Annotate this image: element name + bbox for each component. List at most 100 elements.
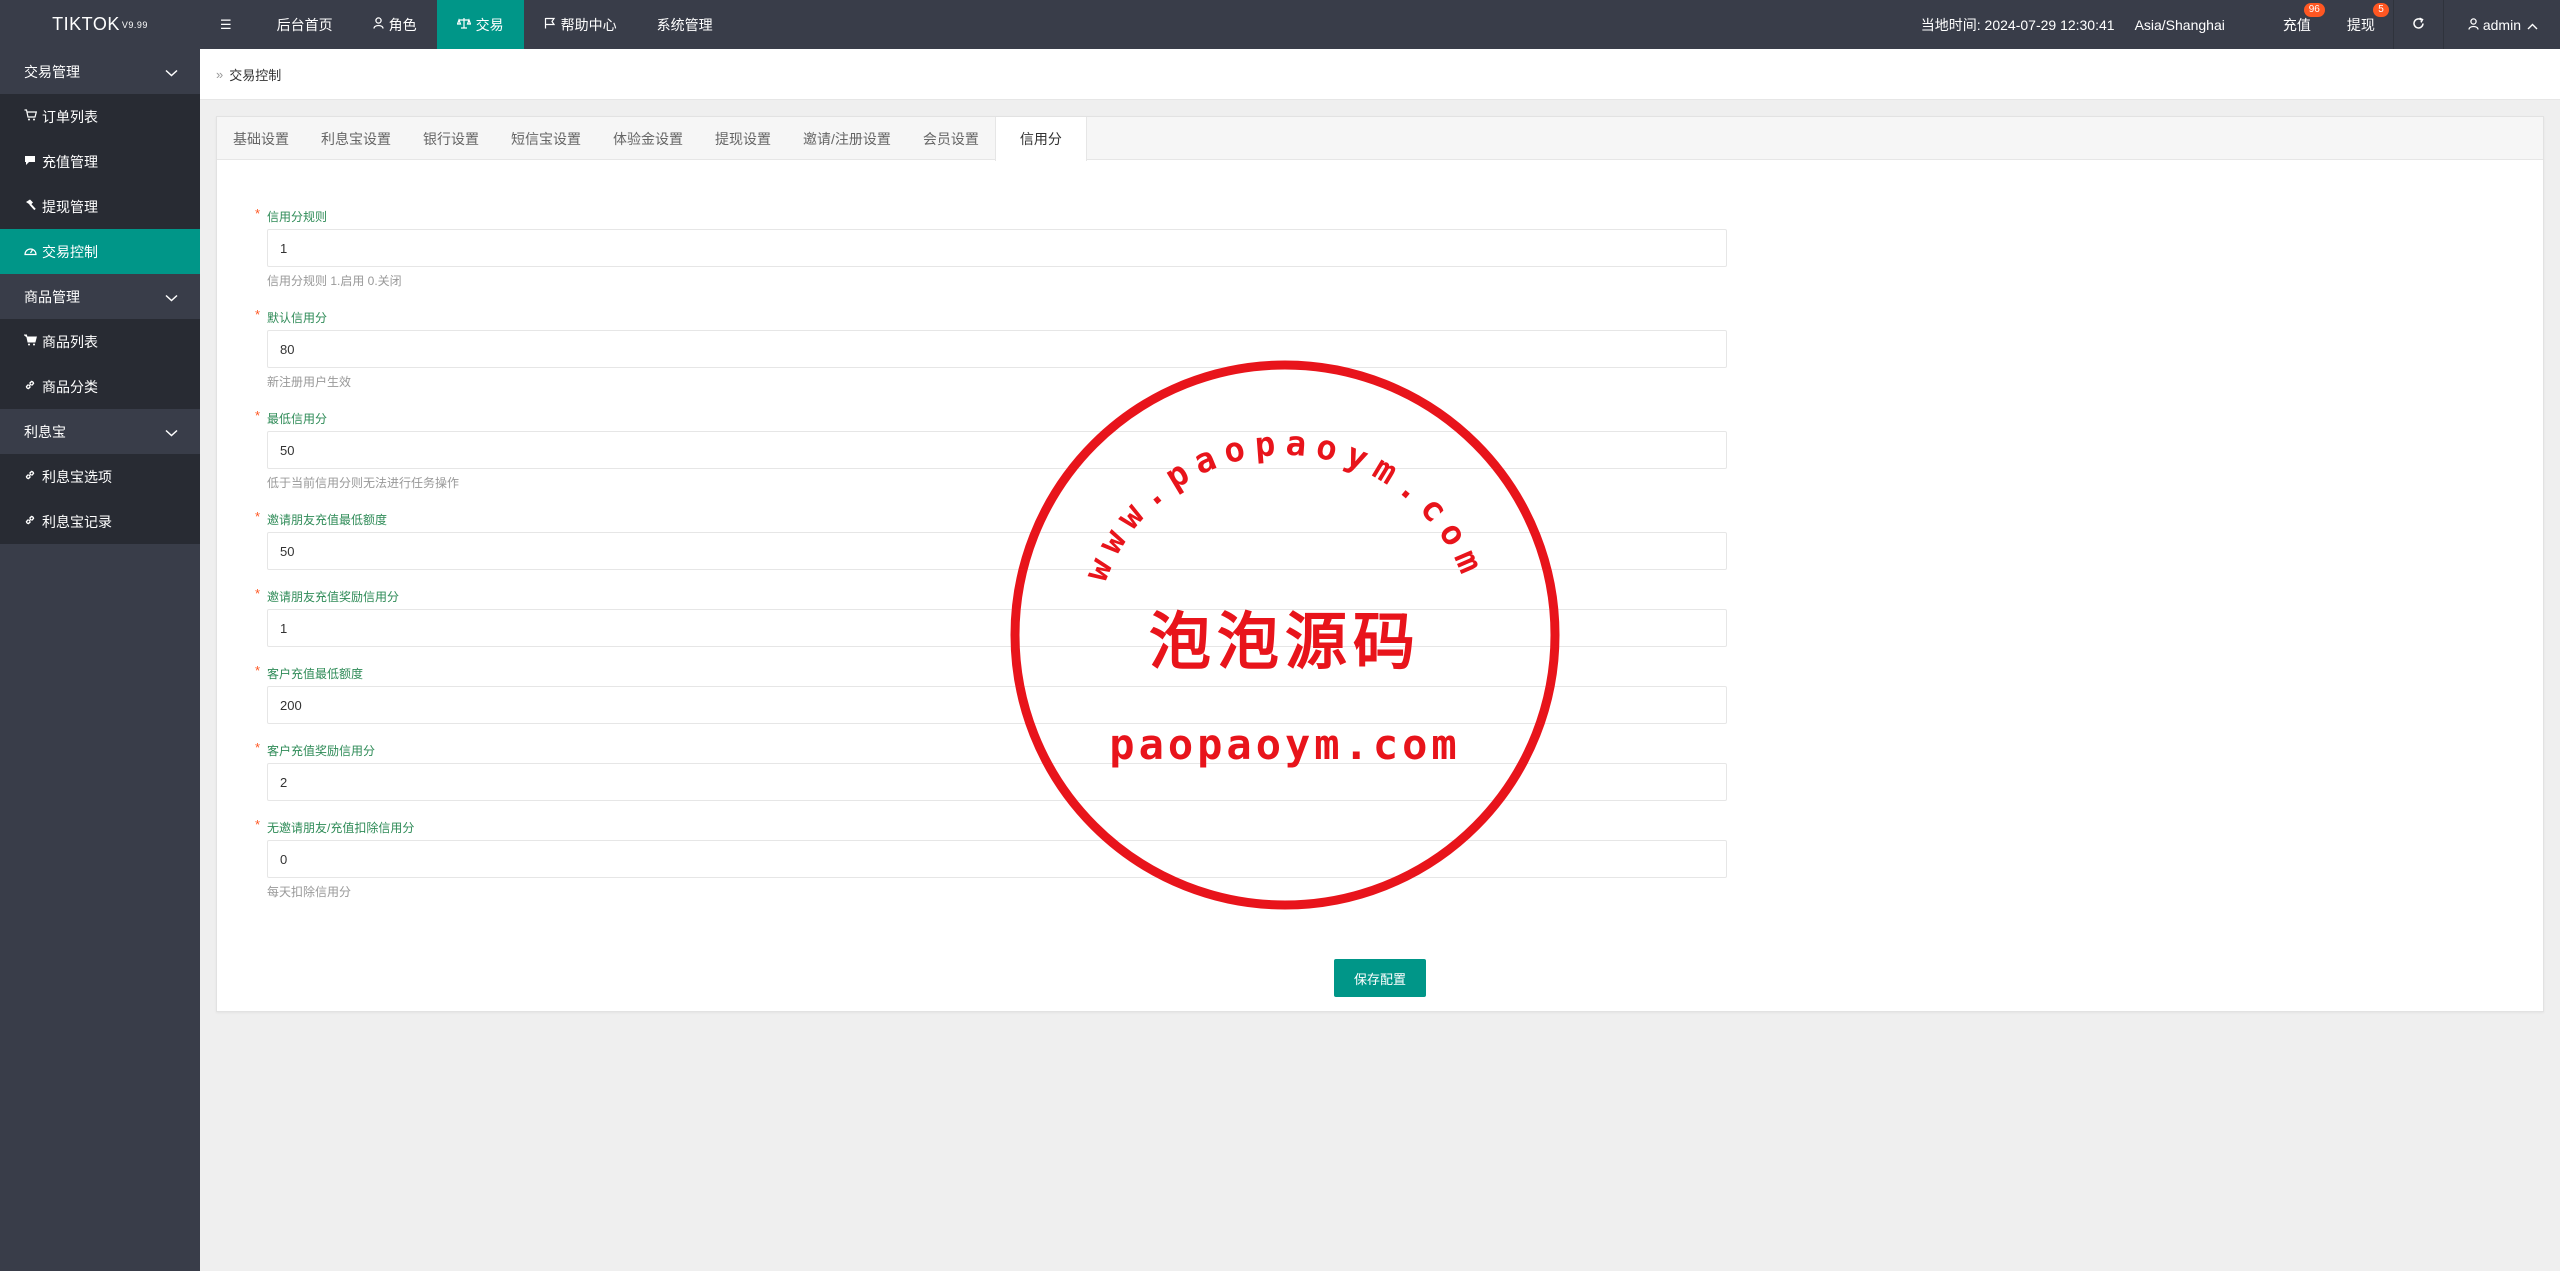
chevron-down-icon xyxy=(165,424,178,440)
sidebar-group-products[interactable]: 商品管理 xyxy=(0,274,200,319)
nav-system-label: 系统管理 xyxy=(656,16,713,33)
tab-trial[interactable]: 体验金设置 xyxy=(597,117,699,160)
nav-help-label: 帮助中心 xyxy=(560,16,617,33)
sidebar-group-interest[interactable]: 利息宝 xyxy=(0,409,200,454)
sidebar-item-trade-control[interactable]: 交易控制 xyxy=(0,229,200,274)
breadcrumb: » 交易控制 xyxy=(200,49,2560,100)
form-field-invite-min-recharge: * 邀请朋友充值最低额度 50 xyxy=(255,509,1755,570)
required-mark: * xyxy=(255,586,261,601)
field-hint: 信用分规则 1.启用 0.关闭 xyxy=(267,274,402,288)
tab-basic[interactable]: 基础设置 xyxy=(217,117,305,160)
sidebar-item-recharge[interactable]: 充值管理 xyxy=(0,139,200,184)
field-label-text: 默认信用分 xyxy=(267,311,328,325)
tab-sms[interactable]: 短信宝设置 xyxy=(495,117,597,160)
sidebar-item-product-category[interactable]: 商品分类 xyxy=(0,364,200,409)
user-menu[interactable]: admin xyxy=(2444,0,2560,49)
sidebar: 交易管理 订单列表 充值管理 提现管理 交易控制 商品管理 商品列表 商品分类 … xyxy=(0,49,200,1271)
chevron-down-icon xyxy=(165,289,178,305)
tab-bank[interactable]: 银行设置 xyxy=(407,117,495,160)
breadcrumb-current[interactable]: 交易控制 xyxy=(229,65,281,84)
nav-trade-label: 交易 xyxy=(475,16,504,33)
sidebar-item-interest-records[interactable]: 利息宝记录 xyxy=(0,499,200,544)
required-mark: * xyxy=(255,408,261,423)
field-label-text: 客户充值奖励信用分 xyxy=(267,744,376,758)
field-hint: 低于当前信用分则无法进行任务操作 xyxy=(267,476,460,490)
link-icon xyxy=(24,469,40,484)
withdraw-badge: 5 xyxy=(2373,3,2389,17)
scale-icon xyxy=(456,17,472,32)
field-label: * 邀请朋友充值奖励信用分 xyxy=(255,586,1755,605)
required-mark: * xyxy=(255,817,261,832)
field-label: * 邀请朋友充值最低额度 xyxy=(255,509,1755,528)
field-label-text: 无邀请朋友/充值扣除信用分 xyxy=(267,821,415,835)
sidebar-item-orders[interactable]: 订单列表 xyxy=(0,94,200,139)
field-label: * 无邀请朋友/充值扣除信用分 xyxy=(255,817,1755,836)
field-label: * 客户充值最低额度 xyxy=(255,663,1755,682)
sidebar-item-label: 充值管理 xyxy=(42,153,98,170)
comment-icon xyxy=(24,155,40,169)
invite-min-recharge-input[interactable]: 50 xyxy=(267,532,1727,570)
customer-min-recharge-input[interactable]: 200 xyxy=(267,686,1727,724)
invite-reward-credit-input[interactable]: 1 xyxy=(267,609,1727,647)
breadcrumb-separator-icon: » xyxy=(216,66,224,82)
chevron-up-icon xyxy=(2527,17,2538,33)
sidebar-item-product-list[interactable]: 商品列表 xyxy=(0,319,200,364)
tab-invite-register[interactable]: 邀请/注册设置 xyxy=(787,117,907,160)
sidebar-item-label: 商品列表 xyxy=(42,333,98,350)
nav-trade[interactable]: 交易 xyxy=(436,0,524,49)
tab-credit[interactable]: 信用分 xyxy=(994,117,1087,161)
recharge-button[interactable]: 充值 96 xyxy=(2265,0,2329,49)
required-mark: * xyxy=(255,307,261,322)
sidebar-item-interest-options[interactable]: 利息宝选项 xyxy=(0,454,200,499)
required-mark: * xyxy=(255,509,261,524)
timezone: Asia/Shanghai xyxy=(2134,16,2225,33)
field-label: * 客户充值奖励信用分 xyxy=(255,740,1755,759)
settings-card: 基础设置 利息宝设置 银行设置 短信宝设置 体验金设置 提现设置 邀请/注册设置… xyxy=(216,116,2544,1012)
customer-reward-credit-input[interactable]: 2 xyxy=(267,763,1727,801)
field-label-text: 最低信用分 xyxy=(267,412,328,426)
top-header: TIKTOK V9.99 ☰ 后台首页 角色 交易 帮助中心 系统管理 当地时间… xyxy=(0,0,2560,49)
field-label-text: 邀请朋友充值最低额度 xyxy=(267,513,388,527)
nav-home[interactable]: 后台首页 xyxy=(257,0,353,49)
sidebar-item-label: 利息宝记录 xyxy=(42,513,112,530)
sidebar-item-label: 提现管理 xyxy=(42,198,98,215)
tab-withdraw[interactable]: 提现设置 xyxy=(699,117,787,160)
sidebar-group-label: 利息宝 xyxy=(24,423,66,440)
nav-roles-label: 角色 xyxy=(388,16,417,33)
tab-interest[interactable]: 利息宝设置 xyxy=(305,117,407,160)
sidebar-item-label: 交易控制 xyxy=(42,243,98,260)
menu-toggle-button[interactable]: ☰ xyxy=(200,0,257,49)
sidebar-item-label: 订单列表 xyxy=(42,108,98,125)
no-invite-deduct-input[interactable]: 0 xyxy=(267,840,1727,878)
refresh-icon xyxy=(2412,17,2425,33)
field-label: * 信用分规则 xyxy=(255,206,1755,225)
min-credit-input[interactable]: 50 xyxy=(267,431,1727,469)
form-field-invite-reward-credit: * 邀请朋友充值奖励信用分 1 xyxy=(255,586,1755,647)
user-icon xyxy=(373,17,384,32)
tab-member[interactable]: 会员设置 xyxy=(907,117,995,160)
withdraw-label: 提现 xyxy=(2346,16,2375,33)
form-field-no-invite-deduct: * 无邀请朋友/充值扣除信用分 0 每天扣除信用分 xyxy=(255,817,1755,900)
nav-roles[interactable]: 角色 xyxy=(353,0,437,49)
cart-icon xyxy=(24,109,40,124)
nav-help[interactable]: 帮助中心 xyxy=(524,0,637,49)
credit-rule-input[interactable]: 1 xyxy=(267,229,1727,267)
sidebar-group-trade[interactable]: 交易管理 xyxy=(0,49,200,94)
refresh-button[interactable] xyxy=(2394,0,2443,49)
withdraw-button[interactable]: 提现 5 xyxy=(2329,0,2393,49)
field-label-text: 信用分规则 xyxy=(267,210,328,224)
nav-system[interactable]: 系统管理 xyxy=(637,0,733,49)
app-logo[interactable]: TIKTOK V9.99 xyxy=(0,0,200,49)
form-field-default-credit: * 默认信用分 80 新注册用户生效 xyxy=(255,307,1755,390)
link-icon xyxy=(24,514,40,529)
default-credit-input[interactable]: 80 xyxy=(267,330,1727,368)
sidebar-item-withdraw[interactable]: 提现管理 xyxy=(0,184,200,229)
required-mark: * xyxy=(255,740,261,755)
sidebar-item-label: 商品分类 xyxy=(42,378,98,395)
field-hint: 每天扣除信用分 xyxy=(267,885,352,899)
top-nav: ☰ 后台首页 角色 交易 帮助中心 系统管理 xyxy=(200,0,733,49)
save-config-button[interactable]: 保存配置 xyxy=(1334,959,1426,997)
app-version: V9.99 xyxy=(121,19,148,30)
menu-icon: ☰ xyxy=(220,16,232,32)
local-time: 当地时间: 2024-07-29 12:30:41 xyxy=(1920,16,2115,33)
